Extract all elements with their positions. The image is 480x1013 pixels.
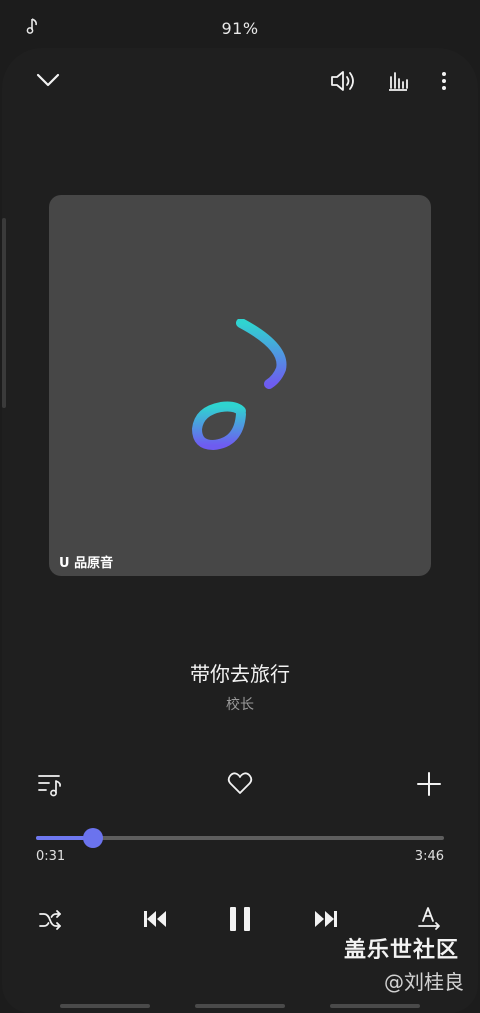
shuffle-icon	[39, 910, 61, 930]
total-time: 3:46	[414, 849, 444, 864]
equalizer-icon	[389, 72, 408, 91]
battery-level: 91%	[221, 19, 259, 38]
track-artist[interactable]: 校长	[0, 694, 480, 714]
playlist-icon	[38, 775, 62, 797]
watermark-community: 盖乐世社区	[344, 938, 460, 963]
album-art: U 品原音	[49, 195, 431, 576]
audio-quality-badge: U 品原音	[59, 556, 114, 571]
skip-previous-icon	[144, 911, 166, 927]
chevron-down-icon	[36, 73, 60, 87]
next-button[interactable]	[313, 908, 339, 930]
nav-home-handle[interactable]	[195, 1004, 285, 1008]
pause-icon	[230, 907, 250, 931]
play-pause-button[interactable]	[226, 904, 254, 934]
lyrics-button[interactable]	[417, 906, 443, 932]
more-vert-icon	[442, 72, 446, 90]
track-title: 带你去旅行	[190, 662, 290, 686]
volume-button[interactable]	[329, 68, 357, 94]
plus-icon	[417, 772, 441, 796]
skip-next-icon	[315, 911, 337, 927]
current-time: 0:31	[36, 849, 66, 864]
add-to-playlist-button[interactable]	[416, 771, 442, 797]
previous-button[interactable]	[142, 908, 168, 930]
status-bar: 91%	[0, 0, 480, 48]
heart-icon	[227, 772, 253, 794]
shuffle-button[interactable]	[38, 908, 62, 932]
equalizer-button[interactable]	[386, 69, 410, 93]
favorite-button[interactable]	[227, 772, 253, 796]
watermark-author: @刘桂良	[384, 970, 464, 994]
volume-icon	[331, 71, 354, 91]
seek-bar-thumb[interactable]	[83, 828, 104, 848]
more-options-button[interactable]	[432, 69, 456, 93]
navigation-bar	[0, 1000, 480, 1013]
collapse-button[interactable]	[34, 68, 62, 92]
seek-bar[interactable]	[36, 828, 444, 848]
playlist-button[interactable]	[37, 772, 63, 798]
nav-back-handle[interactable]	[330, 1004, 420, 1008]
nav-recent-handle[interactable]	[60, 1004, 150, 1008]
lyrics-translate-icon	[418, 907, 440, 930]
edge-handle	[2, 218, 6, 408]
music-note-gradient-icon	[192, 319, 287, 450]
